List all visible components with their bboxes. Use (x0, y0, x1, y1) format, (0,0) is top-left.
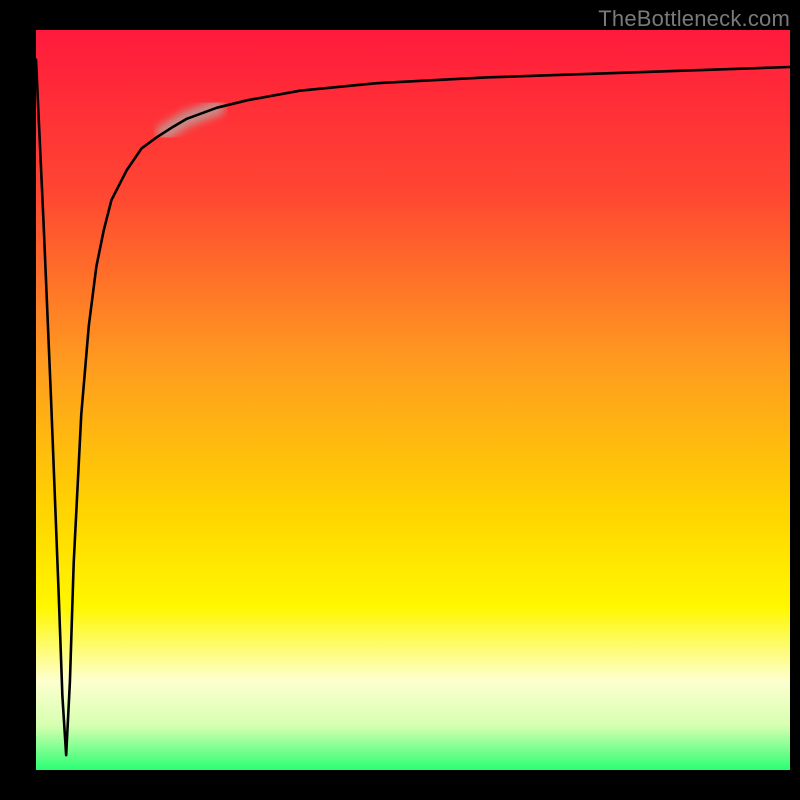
chart-stage: TheBottleneck.com (0, 0, 800, 800)
bottleneck-chart (0, 0, 800, 800)
source-watermark: TheBottleneck.com (598, 6, 790, 32)
plot-background (36, 30, 790, 770)
